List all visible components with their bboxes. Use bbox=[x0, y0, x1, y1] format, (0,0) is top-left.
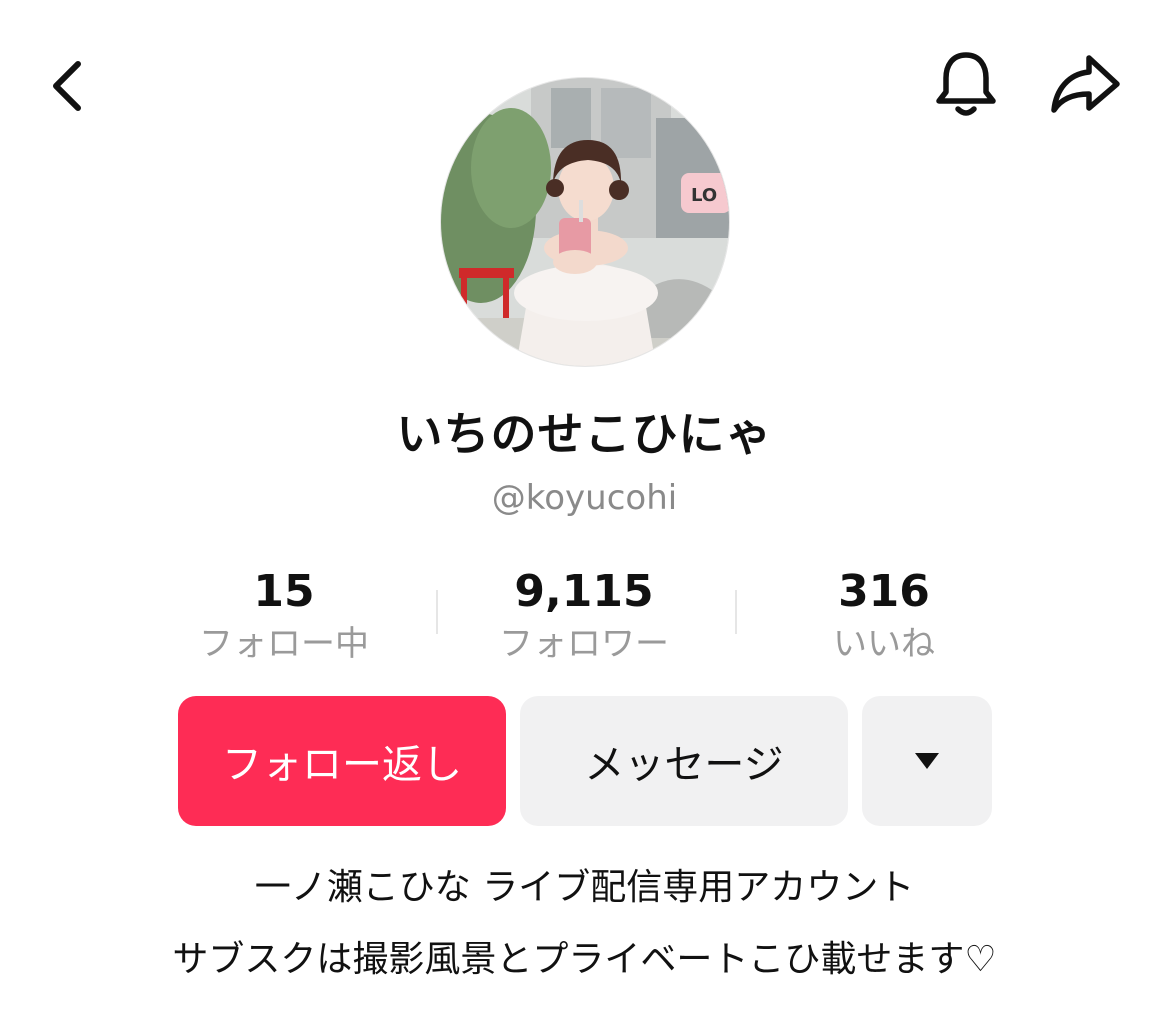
stat-followers[interactable]: 9,115 フォロワー bbox=[434, 566, 734, 666]
followers-label: フォロワー bbox=[499, 624, 669, 664]
following-count: 15 bbox=[253, 566, 315, 617]
svg-text:LO: LO bbox=[691, 185, 717, 206]
bio-line-1: 一ノ瀬こひな ライブ配信専用アカウント bbox=[254, 867, 915, 908]
share-arrow-icon bbox=[1051, 55, 1120, 113]
followers-count: 9,115 bbox=[514, 566, 654, 617]
back-button[interactable] bbox=[30, 50, 102, 122]
avatar-photo: LO bbox=[441, 78, 729, 366]
caret-down-icon bbox=[915, 753, 939, 769]
notification-bell-button[interactable] bbox=[928, 46, 1004, 122]
more-options-button[interactable] bbox=[862, 696, 992, 826]
bell-icon bbox=[936, 52, 996, 116]
stat-following[interactable]: 15 フォロー中 bbox=[134, 566, 434, 666]
message-button[interactable]: メッセージ bbox=[520, 696, 848, 826]
following-label: フォロー中 bbox=[199, 624, 369, 664]
profile-display-name: いちのせこひにゃ bbox=[396, 407, 773, 461]
bio-line-2: サブスクは撮影風景とプライベートこひ載せます♡ bbox=[172, 939, 997, 980]
likes-count: 316 bbox=[838, 566, 930, 617]
likes-label: いいね bbox=[833, 624, 935, 664]
stat-likes[interactable]: 316 いいね bbox=[734, 566, 1034, 666]
profile-handle: @koyucohi bbox=[491, 478, 678, 518]
profile-avatar[interactable]: LO bbox=[441, 78, 729, 366]
follow-back-button[interactable]: フォロー返し bbox=[178, 696, 506, 826]
chevron-left-icon bbox=[53, 61, 81, 111]
share-button[interactable] bbox=[1044, 46, 1126, 122]
